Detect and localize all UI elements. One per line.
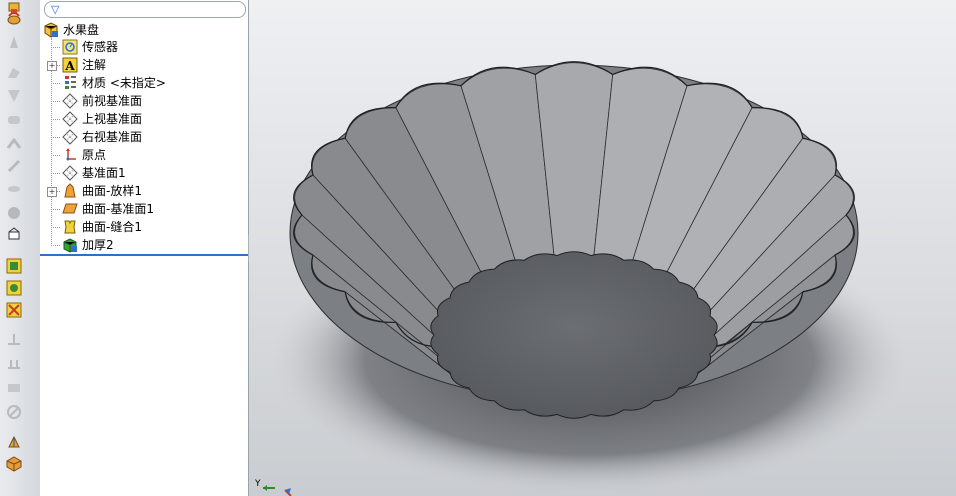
tree-branch	[51, 209, 60, 210]
origin-icon	[66, 148, 76, 161]
tree-item-label: 材质 <未指定>	[82, 76, 166, 90]
tree-branch	[51, 227, 60, 228]
loft-icon	[8, 68, 20, 78]
tree-branch	[51, 47, 60, 48]
surface-loft-icon	[64, 183, 76, 198]
plane-icon	[62, 165, 78, 181]
tree-item-label: 前视基准面	[82, 94, 143, 108]
split-line-icon	[8, 360, 20, 369]
tree-item-label: 曲面-放样1	[82, 184, 142, 198]
tree-item-label: 右视基准面	[82, 130, 143, 144]
revolve-icon[interactable]	[6, 10, 22, 26]
fluted-bowl-model[interactable]	[249, 0, 956, 496]
svg-text:A: A	[64, 59, 75, 73]
tree-branch	[51, 173, 60, 174]
shell-icon	[8, 207, 20, 219]
feature-manager-tree: ▽ 水果盘 + + 传感器 A 注解 材质 <未指定> 前视基准面 上视基准面	[40, 0, 249, 496]
plane-icon	[62, 111, 78, 127]
thicken-icon	[63, 238, 77, 253]
delete-face-icon	[7, 405, 21, 419]
fillet-icon	[8, 116, 20, 124]
tree-branch	[51, 101, 60, 102]
annotation-icon: A	[62, 57, 78, 73]
knit-surface-icon	[64, 220, 76, 234]
bowl-bottom	[430, 251, 718, 419]
intersect-icon	[8, 384, 20, 392]
rib-icon	[7, 159, 21, 173]
coordinate-triad: Y	[255, 479, 292, 496]
plane-icon	[62, 129, 78, 145]
graphics-viewport[interactable]: Y	[249, 0, 956, 496]
command-toolbar	[0, 0, 41, 496]
boundary-icon	[8, 90, 20, 102]
move-face-icon	[8, 334, 20, 345]
tree-branch	[51, 83, 60, 84]
tree-item-label: 加厚2	[82, 238, 114, 252]
material-icon	[65, 76, 76, 89]
wrap-icon[interactable]	[6, 226, 22, 242]
tree-item-label: 曲面-缝合1	[82, 220, 142, 234]
sweep-icon	[10, 36, 18, 48]
tree-filter-box[interactable]: ▽	[44, 1, 246, 18]
tree-item-label: 曲面-基准面1	[82, 202, 154, 216]
tree-branch	[51, 137, 60, 138]
curves-icon[interactable]	[6, 280, 22, 296]
tree-item-label: 基准面1	[82, 166, 126, 180]
tree-item-label: 上视基准面	[82, 112, 143, 126]
instant3d-icon[interactable]	[6, 302, 22, 318]
tree-item-label: 原点	[82, 148, 107, 162]
tree-branch	[51, 155, 60, 156]
chamfer-icon	[6, 137, 22, 149]
reference-geometry-icon[interactable]	[6, 258, 22, 274]
planar-surface-icon	[62, 203, 78, 214]
part-icon	[44, 22, 58, 38]
filter-icon[interactable]: ▽	[51, 3, 59, 16]
tree-root-label: 水果盘	[63, 23, 100, 37]
expand-surface-loft-button[interactable]: +	[47, 187, 57, 197]
draft-icon	[8, 186, 20, 192]
sensor-icon	[62, 39, 78, 55]
tree-branch	[51, 245, 60, 246]
appearance-icon[interactable]	[6, 456, 22, 472]
triad-y-label: Y	[255, 479, 261, 489]
tree-item-label: 传感器	[82, 40, 119, 54]
mirror-icon[interactable]	[6, 434, 22, 450]
tree-branch	[51, 119, 60, 120]
expand-annotations-button[interactable]: +	[47, 61, 57, 71]
rollback-bar[interactable]	[40, 254, 248, 256]
tree-item-label: 注解	[82, 58, 107, 72]
plane-icon	[62, 93, 78, 109]
